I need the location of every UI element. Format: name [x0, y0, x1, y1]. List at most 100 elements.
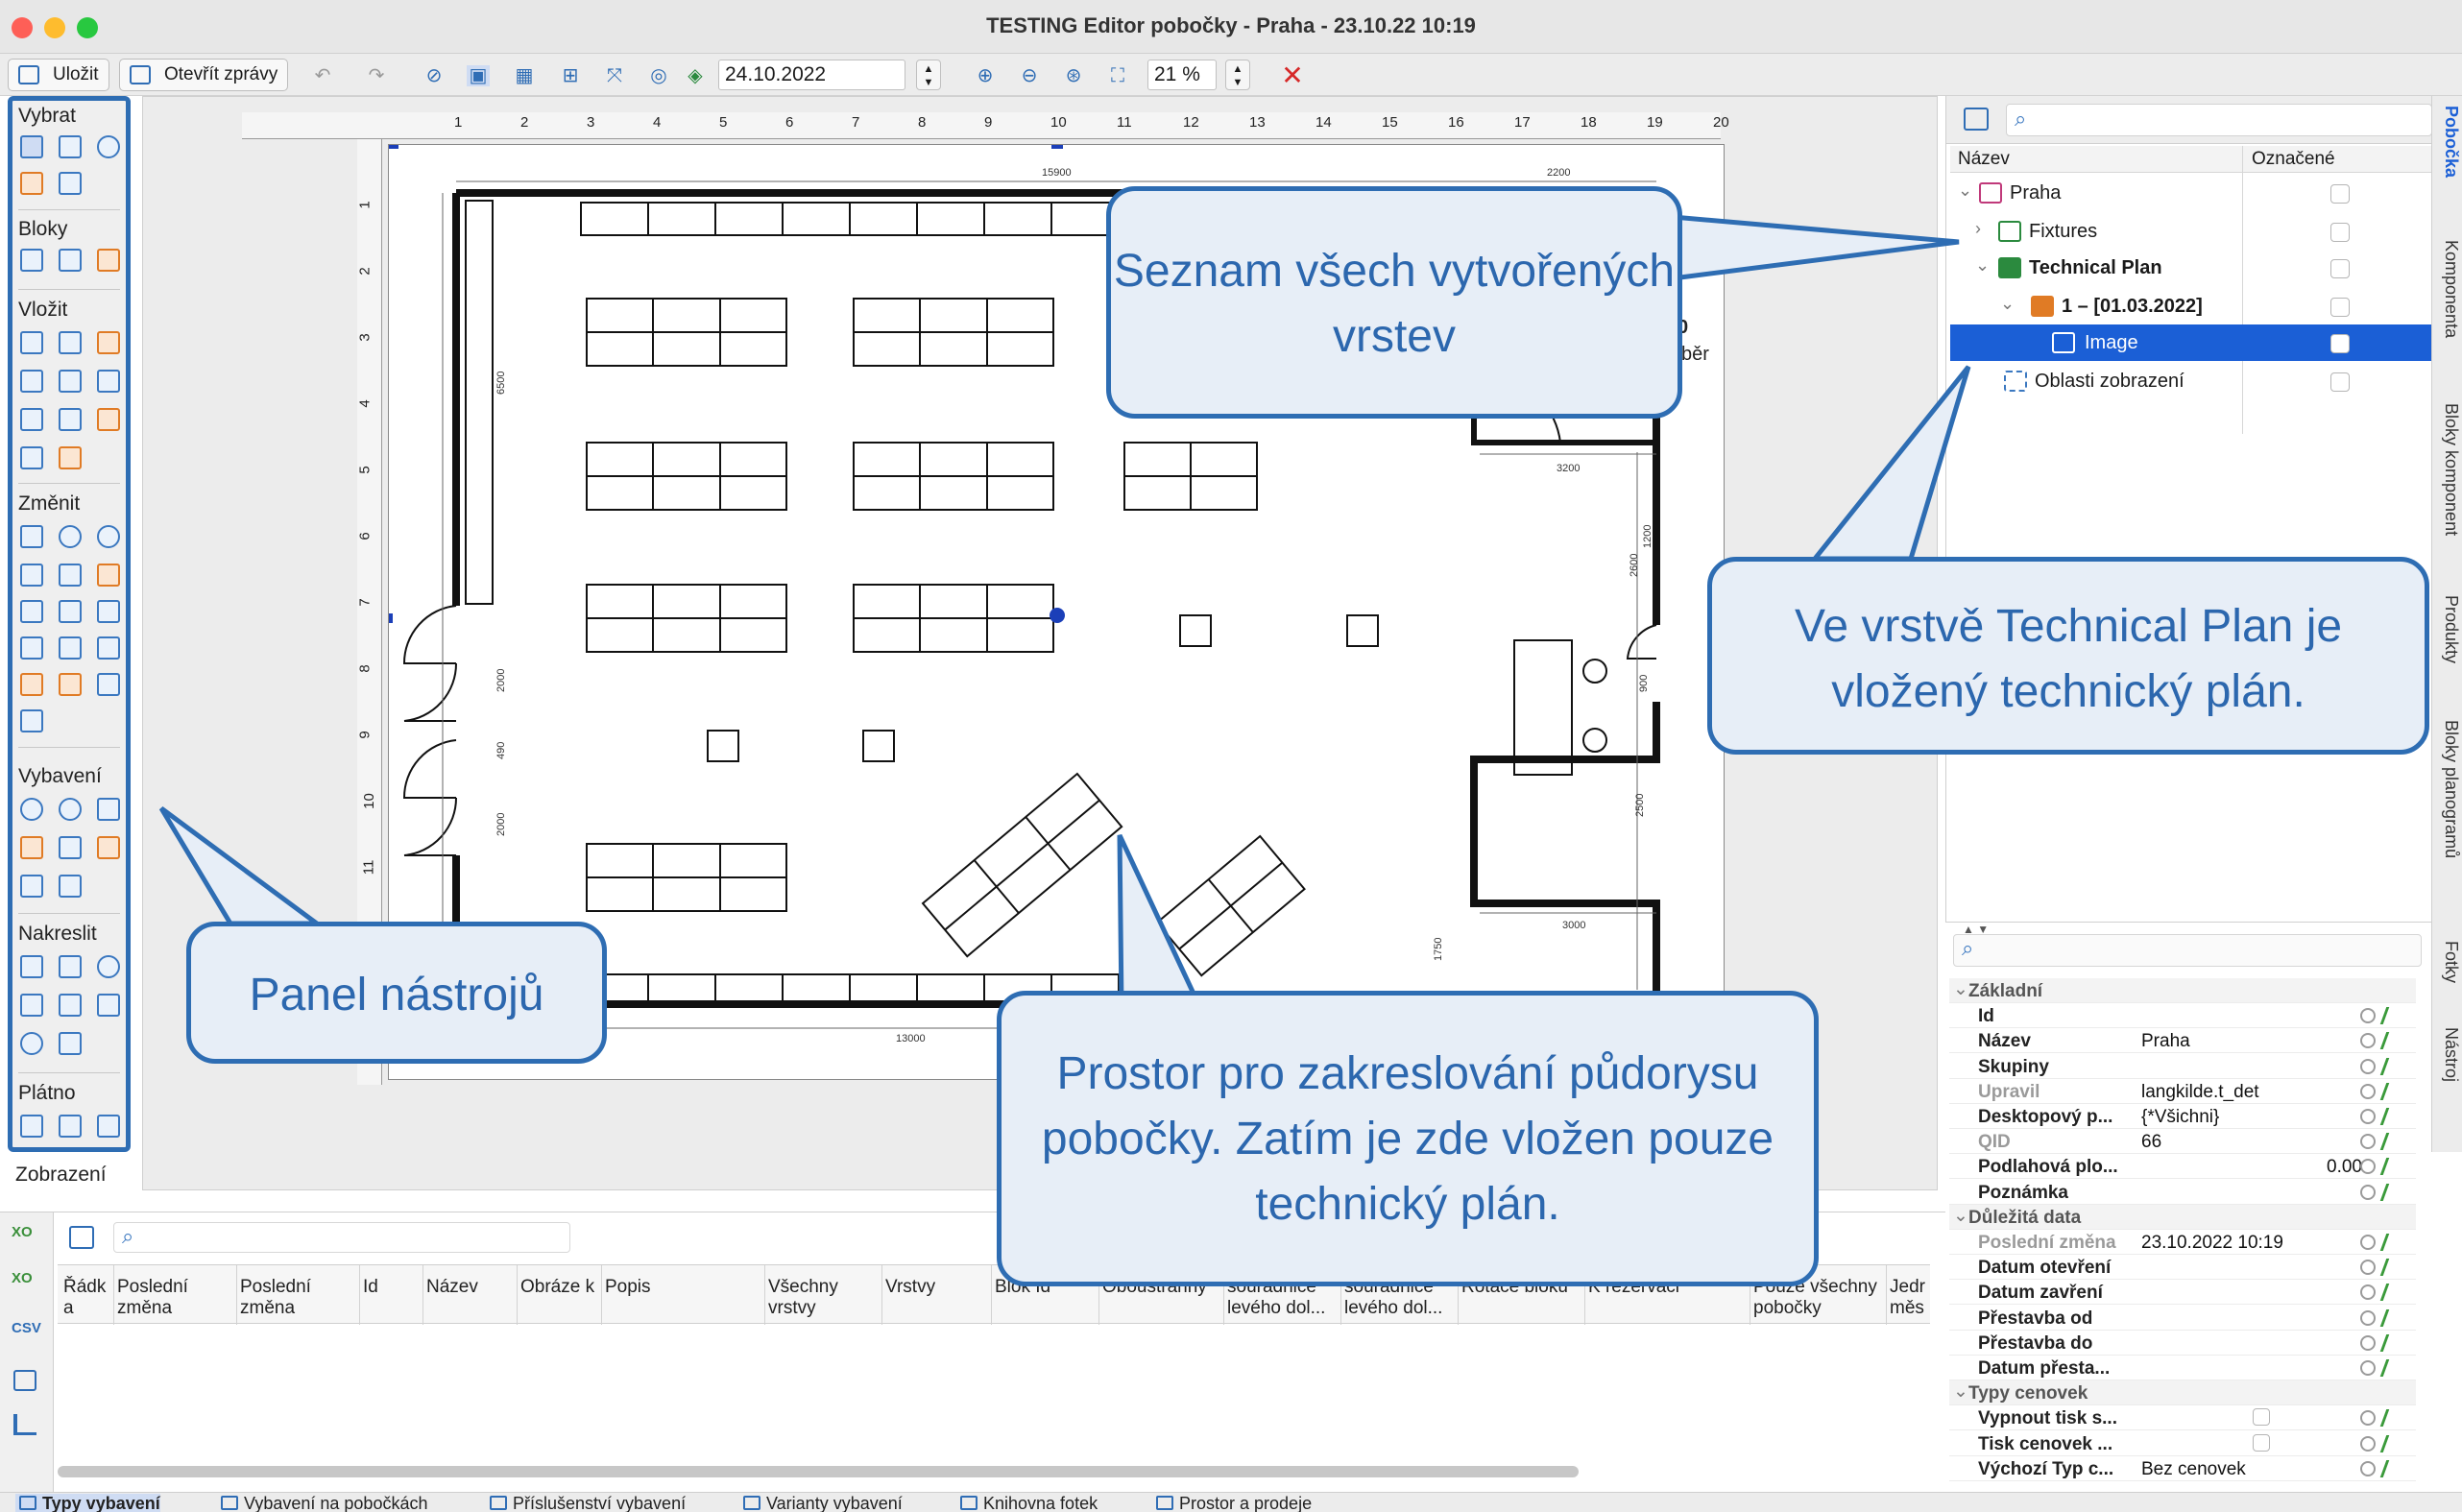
draw-line-icon[interactable] [20, 955, 43, 978]
properties-search-input[interactable]: ⌕ [1953, 934, 2422, 967]
property-value[interactable]: Bez cenovek [2141, 1459, 2246, 1480]
equipment-add-icon[interactable] [97, 836, 120, 859]
insert-pdf-icon[interactable] [97, 408, 120, 431]
side-tab[interactable]: Nástroj [2436, 1027, 2461, 1082]
chevron-down-icon[interactable]: ⌄ [1975, 255, 1990, 276]
equipment-swap-icon[interactable] [59, 875, 82, 898]
edit-icon[interactable] [2379, 1259, 2402, 1277]
bottom-tab[interactable]: Příslušenství vybavení [486, 1494, 686, 1512]
table-column-header[interactable]: Název [426, 1277, 513, 1298]
insert-device-icon[interactable] [97, 370, 120, 393]
insert-line-icon[interactable] [59, 408, 82, 431]
equipment-edit-icon[interactable] [97, 798, 120, 821]
insert-dimension-icon[interactable] [20, 408, 43, 431]
side-tab[interactable]: Produkty [2436, 595, 2461, 663]
edit-icon[interactable] [2379, 1409, 2402, 1428]
property-row[interactable]: Datum otevření [1949, 1255, 2416, 1281]
property-row[interactable]: Vypnout tisk s... [1949, 1405, 2416, 1431]
property-row[interactable]: QID 66 [1949, 1129, 2416, 1155]
import-icon[interactable] [13, 1370, 36, 1391]
property-section[interactable]: Důležitá data ⌄ [1949, 1204, 2416, 1230]
connect-icon[interactable]: ⤧ [603, 65, 626, 86]
chart-icon[interactable] [13, 1414, 36, 1435]
edit-icon[interactable] [2379, 1434, 2402, 1452]
marked-checkbox[interactable] [2330, 223, 2350, 242]
bottom-tab[interactable]: Vybavení na pobočkách [217, 1494, 427, 1512]
open-reports-button[interactable]: Otevřít zprávy [119, 59, 289, 91]
draw-curve-icon[interactable] [20, 994, 43, 1017]
layers-search-input[interactable]: ⌕ [2006, 104, 2432, 136]
equipment-dots-icon[interactable] [59, 836, 82, 859]
draw-polygon-icon[interactable] [59, 1032, 82, 1055]
select-layer-icon[interactable] [20, 172, 43, 195]
distribute-h-icon[interactable] [20, 600, 43, 623]
close-icon[interactable]: ✕ [1281, 62, 1304, 89]
chevron-down-icon[interactable]: ⌄ [2000, 294, 2015, 314]
draw-polyline-icon[interactable] [59, 955, 82, 978]
marked-checkbox[interactable] [2330, 334, 2350, 353]
property-value[interactable]: 0.00 [2295, 1157, 2362, 1178]
xo-icon[interactable]: XO [12, 1270, 33, 1286]
property-value[interactable]: 66 [2141, 1132, 2161, 1153]
property-row[interactable]: Datum přesta... [1949, 1356, 2416, 1380]
canvas-grid-icon[interactable] [97, 1115, 120, 1138]
insert-photo-icon[interactable] [59, 370, 82, 393]
layout-icon[interactable]: ⊞ [559, 65, 582, 86]
edit-icon[interactable] [2379, 1183, 2402, 1201]
link-icon[interactable] [59, 525, 82, 548]
chevron-down-icon[interactable]: ⌄ [1953, 978, 1968, 1000]
ungroup-icon[interactable] [20, 709, 43, 732]
selection-handle[interactable] [1050, 608, 1065, 623]
history-icon[interactable] [2360, 1360, 2376, 1376]
bottom-tab[interactable]: Knihovna fotek [956, 1494, 1098, 1512]
zoom-stepper[interactable]: ▲ ▼ [1225, 60, 1250, 90]
tree-row-technical-plan[interactable]: ⌄ Technical Plan [1950, 250, 2432, 286]
history-icon[interactable] [2360, 1033, 2376, 1049]
equipment-ring-icon[interactable] [59, 798, 82, 821]
chevron-right-icon[interactable]: › [1975, 219, 1981, 239]
table-search-input[interactable]: ⌕ [113, 1222, 570, 1253]
table-column-header[interactable]: Obráze k [520, 1277, 597, 1298]
canvas-settings-icon[interactable] [59, 1115, 82, 1138]
draw-arc-icon[interactable] [97, 955, 120, 978]
insert-fixture-icon[interactable] [59, 331, 82, 354]
align-bottom-icon[interactable] [97, 636, 120, 660]
side-tab[interactable]: Pobočka [2436, 106, 2461, 178]
table-column-header[interactable]: Řádk a [63, 1277, 109, 1319]
align-center-icon[interactable] [97, 600, 120, 623]
history-icon[interactable] [2360, 1334, 2376, 1351]
draw-rect-icon[interactable] [97, 994, 120, 1017]
block-group-icon[interactable] [97, 249, 120, 272]
rotate-icon[interactable]: ⊘ [422, 65, 446, 86]
edit-icon[interactable] [2379, 1158, 2402, 1176]
table-column-header[interactable]: Id [363, 1277, 419, 1298]
mirror-icon[interactable] [97, 564, 120, 587]
property-row[interactable]: Tisk cenovek ... [1949, 1431, 2416, 1456]
equipment-list-icon[interactable] [20, 875, 43, 898]
select-path-icon[interactable] [59, 172, 82, 195]
edit-icon[interactable] [2379, 1007, 2402, 1025]
align-middle-icon[interactable] [59, 636, 82, 660]
history-icon[interactable] [2360, 1260, 2376, 1276]
property-row[interactable]: Poznámka [1949, 1180, 2416, 1205]
edit-icon[interactable] [2379, 1308, 2402, 1327]
bottom-tab[interactable]: Typy vybavení [15, 1494, 160, 1512]
edit-icon[interactable] [2379, 1234, 2402, 1251]
property-checkbox[interactable] [2253, 1433, 2270, 1452]
marked-checkbox[interactable] [2330, 372, 2350, 392]
bottom-tab[interactable]: Varianty vybavení [739, 1494, 903, 1512]
bring-front-icon[interactable] [20, 673, 43, 696]
tree-row-praha[interactable]: ⌄ Praha [1950, 175, 2432, 211]
move-icon[interactable] [20, 525, 43, 548]
insert-table-icon[interactable] [97, 331, 120, 354]
distribute-v-icon[interactable] [59, 600, 82, 623]
side-tab[interactable]: Bloky planogramů [2436, 720, 2461, 858]
table-column-header[interactable]: Vrstvy [885, 1277, 987, 1298]
history-icon[interactable] [2360, 1159, 2376, 1175]
property-row[interactable]: Výchozí Typ c... Bez cenovek [1949, 1456, 2416, 1481]
zoom-in-icon[interactable]: ⊕ [974, 65, 997, 86]
date-stepper[interactable]: ▲ ▼ [916, 60, 941, 90]
property-row[interactable]: Přestavba od [1949, 1306, 2416, 1331]
date-field[interactable]: 24.10.2022 [718, 60, 905, 90]
save-button[interactable]: Uložit [8, 59, 109, 91]
